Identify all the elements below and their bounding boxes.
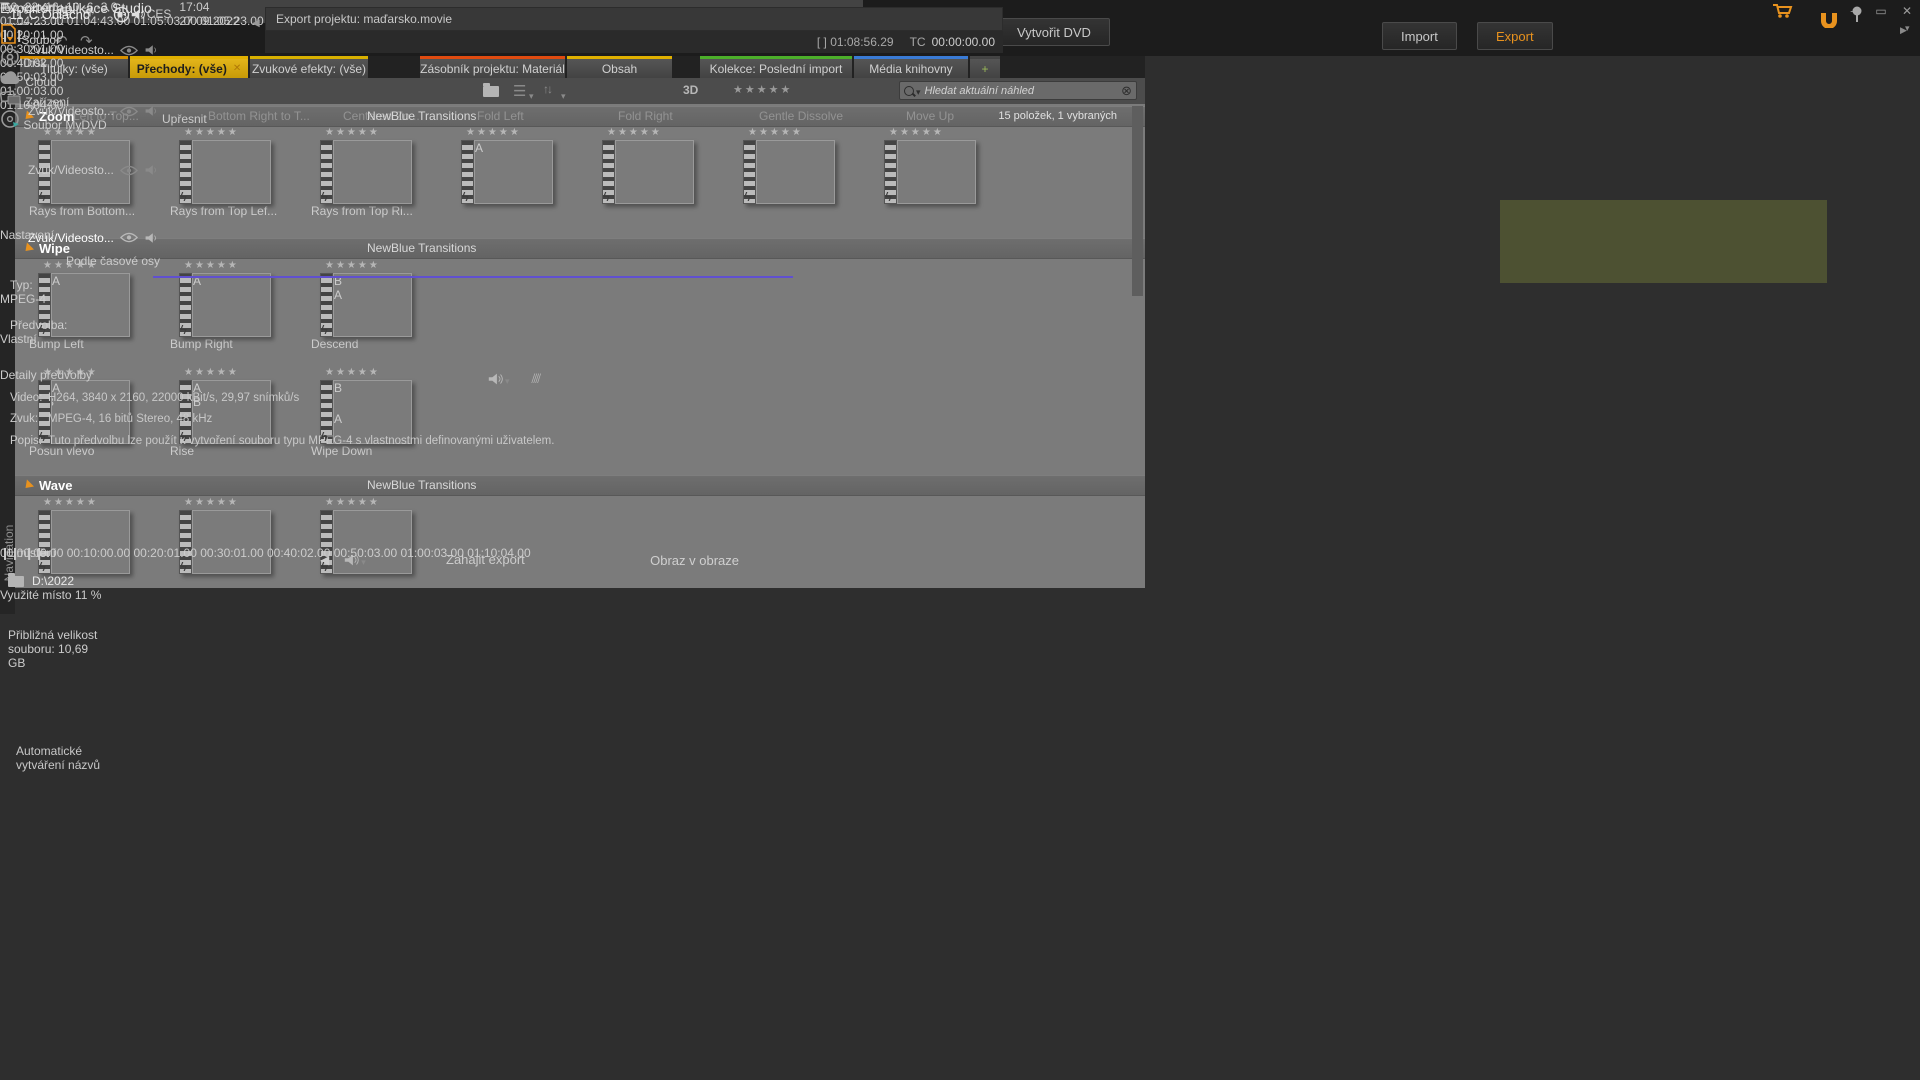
file-size-label: Přibližná velikost souboru: 10,69 GB — [8, 628, 101, 670]
new-tab-button[interactable]: + — [970, 56, 1000, 78]
audio-value: MPEG-4, 16 bitů Stereo, 48 kHz — [48, 413, 212, 425]
ruler-label: 00:50:03.00 — [334, 546, 397, 560]
ruler-label: 00:20:01.00 — [134, 546, 197, 560]
search-clear-icon[interactable] — [1121, 83, 1132, 99]
devices-icon — [0, 95, 25, 109]
clock-time: 17:04 — [179, 0, 239, 14]
project-label: Export projektu: maďarsko.movie — [276, 12, 452, 26]
shop-cart-icon[interactable] — [1772, 3, 1794, 19]
disc-icon — [0, 56, 23, 70]
export-button[interactable]: Export — [1477, 22, 1553, 50]
description-value: Tuto předvolbu lze použít k vytvoření so… — [48, 434, 554, 450]
search-input[interactable]: Hledat aktuální náhled — [925, 85, 1122, 97]
video-value: H264, 3840 x 2160, 22000 kBit/s, 29,97 s… — [48, 392, 299, 404]
export-type-zarizeni[interactable]: Zařízení — [0, 89, 564, 109]
timeline-range-label: Podle časové osy — [66, 254, 160, 268]
item-count-label: 15 položek, 1 vybraných — [998, 110, 1117, 122]
mydvd-disc-icon — [0, 118, 23, 132]
settings-panel: Nastavení Podle časové osy Typ: MPEG-4 P… — [0, 228, 564, 368]
range-timecode: [ ] 01:08:56.29 — [817, 35, 894, 49]
ghost-name: Move Up — [906, 109, 954, 123]
auto-name-label: Automatické vytváření názvů — [16, 744, 101, 772]
tray-expand-icon[interactable]: ⌃ — [100, 5, 113, 23]
disk-usage-label: Využité místo 11 % — [0, 588, 101, 602]
export-type-label: Soubor MyDVD — [23, 118, 106, 132]
import-button[interactable]: Import — [1382, 22, 1457, 50]
type-select[interactable]: MPEG-4 — [0, 292, 172, 306]
location-header: Umístění — [0, 546, 101, 560]
location-panel: Umístění D:\2022 Využité místo 11 % Přib… — [0, 546, 101, 602]
settings-header: Nastavení — [0, 228, 564, 242]
type-label: Typ: — [10, 278, 33, 292]
library-scrollbar[interactable] — [1132, 106, 1143, 296]
magnet-icon[interactable] — [1818, 12, 1840, 28]
preset-value: Vlastní — [0, 332, 37, 346]
audio-label: Zvuk: — [10, 413, 48, 425]
taskbar: 11°C Oblačno ⌃ CES 17:04 27.09.2022 — [0, 0, 265, 28]
export-path[interactable]: D:\2022 — [32, 574, 74, 588]
photo-clip[interactable] — [0, 798, 30, 864]
export-dialog: Exportér aplikace Studio Typ exportu Sou… — [0, 0, 564, 546]
dialog-timecode-row: [ ] 01:08:56.29 TC 00:00:00.00 — [265, 31, 1003, 53]
tc-label: TC — [910, 35, 926, 49]
project-row: Export projektu: maďarsko.movie — [265, 7, 1003, 31]
bolt-icon — [39, 189, 46, 204]
transition-item[interactable]: ★★★★★ — [875, 127, 993, 204]
volume-icon[interactable] — [487, 372, 505, 386]
weather-label[interactable]: 11°C Oblačno — [10, 7, 90, 22]
dialog-transport: ⫽⫽ — [265, 366, 1003, 392]
meet-now-icon[interactable] — [113, 6, 130, 23]
advanced-button[interactable]: Upřesnit — [162, 112, 234, 132]
ruler-label: 00:30:01.00 — [200, 546, 263, 560]
language-indicator[interactable]: CES — [147, 7, 172, 21]
start-export-button[interactable]: Zahájit export — [446, 552, 564, 576]
search-dropdown-icon[interactable] — [916, 82, 921, 99]
clock-date: 27.09.2022 — [179, 14, 239, 28]
marker-icon[interactable] — [1850, 6, 1864, 25]
preset-select[interactable]: Vlastní — [0, 332, 172, 346]
folder-icon[interactable] — [8, 576, 24, 587]
export-type-mydvd[interactable]: Soubor MyDVD — [0, 109, 564, 132]
timecode-value: 00:00:00.00 — [932, 35, 995, 49]
file-icon — [0, 33, 21, 47]
export-type-label: Soubor — [21, 33, 60, 47]
tray-volume-icon[interactable] — [130, 8, 147, 21]
disk-usage-bar: Využité místo 11 % — [0, 588, 101, 602]
scroll-right-icon[interactable]: ▶ — [1900, 25, 1907, 36]
mode-vytvorit-dvd-button[interactable]: Vytvořit DVD — [998, 18, 1110, 46]
pinnacle-studio-window: Soubor Úprava Nastavení E-obchod ? Zobra… — [0, 0, 1920, 1080]
taskbar-clock[interactable]: 17:04 27.09.2022 — [179, 0, 239, 28]
export-type-label: Zařízení — [25, 95, 69, 109]
export-type-label: Cloud — [25, 75, 56, 89]
export-type-cloud[interactable]: Cloud — [0, 70, 564, 89]
video-label: Video: — [10, 392, 48, 404]
preset-details-panel: Detaily předvolby Video: H264, 3840 x 21… — [0, 368, 564, 546]
cloud-icon — [0, 75, 25, 89]
ruler-label: 00:40:02.00 — [267, 546, 330, 560]
audio-sub-clips[interactable] — [0, 616, 863, 798]
search-box[interactable]: Hledat aktuální náhled — [899, 81, 1137, 100]
waveform-dense-region — [1500, 200, 1827, 283]
type-value: MPEG-4 — [0, 292, 46, 306]
green-clip[interactable] — [0, 864, 58, 932]
search-icon — [904, 86, 914, 96]
volume-dropdown-icon[interactable] — [505, 371, 510, 388]
window-maximize-button[interactable]: ▭ — [1868, 3, 1894, 21]
audio-waveform-clip[interactable] — [0, 1063, 863, 1080]
green-clip[interactable] — [0, 932, 58, 980]
markers-icon[interactable]: ⫽⫽ — [532, 371, 540, 387]
tab-media-knihovny[interactable]: Média knihovny — [854, 56, 968, 78]
audio-waveform-clip[interactable] — [0, 980, 809, 1063]
export-type-label: Disk — [23, 56, 46, 70]
